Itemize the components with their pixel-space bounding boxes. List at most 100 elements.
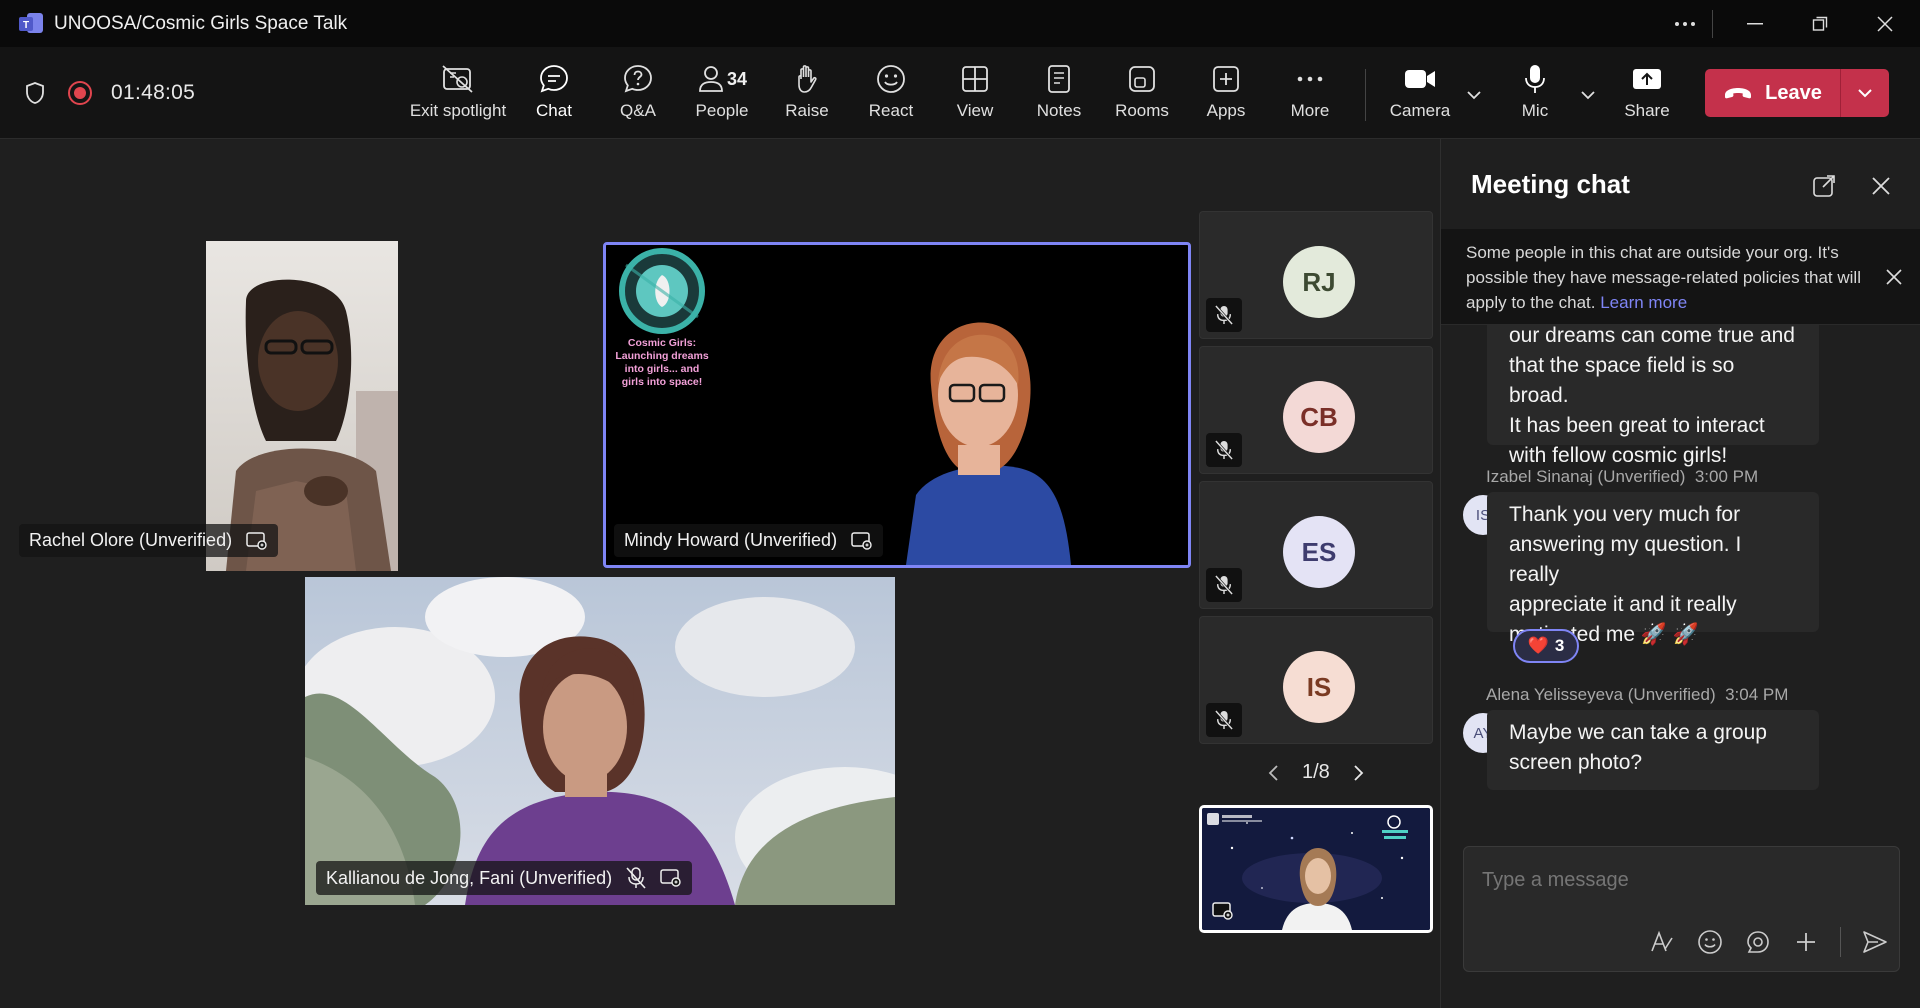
muted-badge (1206, 568, 1242, 602)
rooms-button[interactable]: Rooms (1112, 57, 1172, 133)
mic-off-icon (1215, 305, 1233, 325)
hang-up-icon (1725, 88, 1752, 99)
notes-button[interactable]: Notes (1033, 57, 1085, 133)
close-icon (1877, 15, 1893, 32)
message-author: Izabel Sinanaj (Unverified) (1486, 467, 1686, 486)
add-attachment-button[interactable] (1792, 928, 1820, 956)
chat-button[interactable]: Chat (526, 57, 582, 133)
mic-off-icon (1215, 575, 1233, 595)
participant-tile-cb[interactable]: CB (1199, 346, 1433, 474)
more-button[interactable]: More (1285, 57, 1335, 133)
more-horizontal-icon (1297, 76, 1323, 82)
participant-name: Kallianou de Jong, Fani (Unverified) (326, 867, 613, 888)
learn-more-link[interactable]: Learn more (1600, 293, 1687, 312)
window-title: UNOOSA/Cosmic Girls Space Talk (54, 13, 348, 34)
emoji-button[interactable] (1696, 928, 1724, 956)
leave-options-button[interactable] (1841, 83, 1889, 103)
muted-badge (1206, 433, 1242, 467)
banner-text: Some people in this chat are outside you… (1466, 240, 1876, 315)
loop-component-button[interactable] (1744, 928, 1772, 956)
pop-out-icon[interactable] (1811, 173, 1837, 199)
participant-tile-is[interactable]: IS (1199, 616, 1433, 744)
qa-button[interactable]: Q&A (613, 57, 663, 133)
chevron-left-icon[interactable] (1266, 763, 1280, 783)
camera-options-chevron-down-icon[interactable] (1464, 85, 1484, 105)
video-tile-kallianou[interactable] (305, 577, 895, 905)
participant-name-tag: Kallianou de Jong, Fani (Unverified) (316, 861, 693, 895)
format-button[interactable] (1648, 928, 1676, 956)
mic-off-icon (1215, 440, 1233, 460)
content-share-icon (660, 869, 681, 887)
participant-video (305, 577, 895, 905)
view-button[interactable]: View (950, 57, 1000, 133)
raise-label: Raise (785, 101, 829, 120)
content-share-icon (246, 531, 267, 550)
participant-tile-rj[interactable]: RJ (1199, 211, 1433, 339)
raise-hand-icon (798, 65, 817, 93)
raise-hand-button[interactable]: Raise (782, 57, 832, 133)
minimize-button[interactable] (1725, 0, 1785, 47)
leave-button[interactable]: Leave (1705, 69, 1840, 117)
send-button[interactable] (1861, 928, 1889, 956)
restore-button[interactable] (1790, 0, 1850, 47)
heart-reaction-badge[interactable]: ❤️ 3 (1513, 629, 1579, 663)
chevron-right-icon[interactable] (1352, 763, 1366, 783)
avatar: RJ (1283, 246, 1355, 318)
video-tile-mindy-spotlight[interactable]: Cosmic Girls: Launching dreams into girl… (603, 242, 1191, 568)
share-button[interactable]: Share (1622, 57, 1672, 133)
gallery-pager: 1/8 (1266, 761, 1366, 784)
page-indicator: 1/8 (1302, 761, 1330, 783)
people-button[interactable]: 34 People (692, 57, 752, 133)
self-video-tile[interactable] (1199, 805, 1433, 933)
participant-name: Mindy Howard (Unverified) (624, 530, 838, 550)
spotlight-off-icon (442, 65, 473, 93)
shield-icon[interactable] (24, 81, 46, 105)
message-line: answering my question. I really (1509, 533, 1742, 586)
mic-button[interactable]: Mic (1510, 57, 1560, 133)
message-line: screen photo? (1509, 751, 1643, 774)
participant-tile-es[interactable]: ES (1199, 481, 1433, 609)
recording-indicator-icon (68, 81, 92, 105)
microphone-icon (1525, 65, 1545, 93)
window-divider (1712, 10, 1713, 38)
svg-text:T: T (23, 20, 29, 31)
close-icon[interactable] (1884, 267, 1904, 287)
breakout-rooms-icon (1129, 66, 1155, 92)
avatar: CB (1283, 381, 1355, 453)
exit-spotlight-button[interactable]: Exit spotlight (410, 57, 506, 133)
share-label: Share (1624, 101, 1670, 120)
apps-label: Apps (1206, 101, 1246, 120)
react-button[interactable]: React (866, 57, 916, 133)
meeting-timer: 01:48:05 (111, 81, 196, 104)
content-share-icon (851, 531, 872, 550)
video-tile-rachel[interactable] (206, 241, 398, 571)
message-line: Thank you very much for (1509, 503, 1741, 526)
mic-off-icon (1215, 710, 1233, 730)
toolbar-divider (1365, 69, 1366, 121)
qa-icon (624, 65, 652, 93)
heart-icon: ❤️ (1527, 636, 1549, 655)
leave-label: Leave (1765, 81, 1822, 104)
chat-label: Chat (536, 101, 572, 120)
message-input[interactable] (1482, 869, 1882, 892)
message-time: 3:04 PM (1725, 685, 1789, 704)
camera-button[interactable]: Camera (1388, 57, 1452, 133)
apps-button[interactable]: Apps (1200, 57, 1252, 133)
exit-spotlight-label: Exit spotlight (409, 101, 507, 120)
mic-options-chevron-down-icon[interactable] (1578, 85, 1598, 105)
chat-panel-title: Meeting chat (1471, 169, 1630, 199)
camera-label: Camera (1389, 101, 1451, 120)
minimize-icon (1747, 22, 1763, 24)
chat-message-bubble: our dreams can come true and that the sp… (1487, 315, 1819, 467)
close-window-button[interactable] (1855, 0, 1915, 47)
muted-badge (1206, 703, 1242, 737)
mic-off-icon (626, 867, 646, 889)
mic-label: Mic (1521, 101, 1549, 120)
add-app-icon (1213, 66, 1239, 92)
participant-name-tag: Rachel Olore (Unverified) (19, 524, 279, 557)
chevron-down-icon (1858, 89, 1872, 98)
more-options-button[interactable] (1655, 0, 1715, 47)
close-icon[interactable] (1868, 173, 1894, 199)
grid-view-icon (962, 66, 988, 92)
message-header: Alena Yelisseyeva (Unverified) 3:04 PM (1486, 685, 1788, 705)
